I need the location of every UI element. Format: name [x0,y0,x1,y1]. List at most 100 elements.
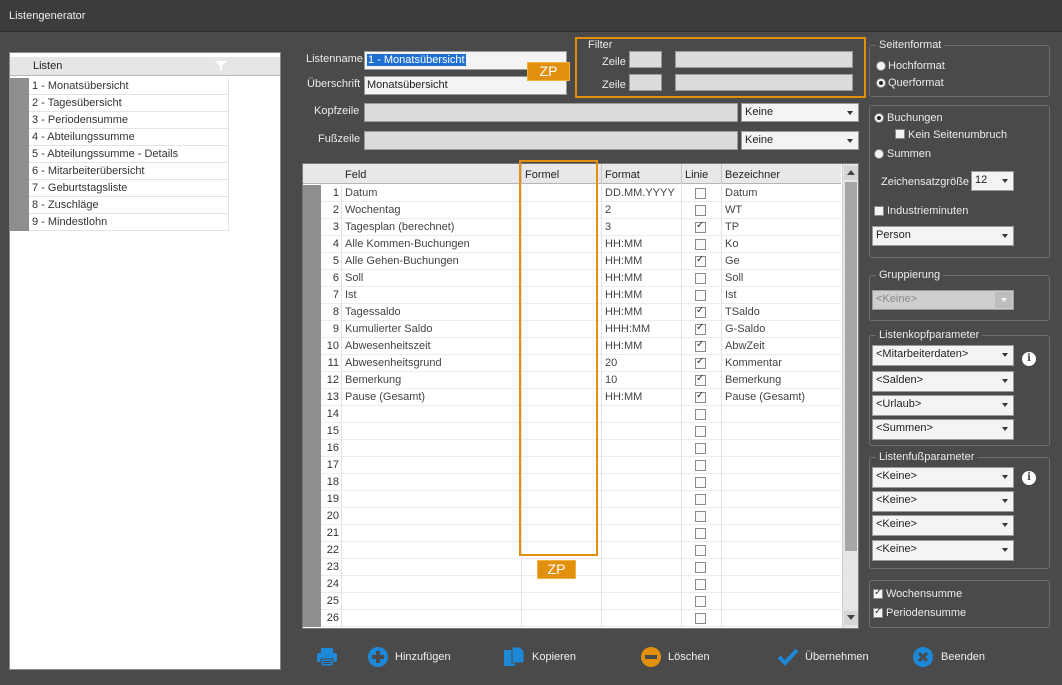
cell-feld[interactable]: Datum [345,187,377,199]
filter-zeile2-input[interactable] [629,74,662,91]
cell-format[interactable]: HH:MM [605,340,642,352]
cell-format[interactable]: HH:MM [605,238,642,250]
scroll-down-icon[interactable] [844,611,858,625]
cell-feld[interactable]: Soll [345,272,363,284]
querformat-radio[interactable] [876,78,886,88]
cell-feld[interactable]: Tagessaldo [345,306,401,318]
cell-format[interactable]: 20 [605,357,617,369]
linie-checkbox[interactable] [695,356,706,369]
cell-feld[interactable]: Ist [345,289,357,301]
linie-checkbox[interactable] [695,579,706,590]
kopieren-button[interactable]: Kopieren [503,644,583,670]
cell-feld[interactable]: Tagesplan (berechnet) [345,221,454,233]
hochformat-radio[interactable] [876,61,886,71]
cell-bezeichner[interactable]: Ko [725,238,738,250]
cell-format[interactable]: HH:MM [605,272,642,284]
linie-checkbox[interactable] [695,254,706,267]
linie-checkbox[interactable] [695,220,706,233]
col-header-feld[interactable]: Feld [345,169,366,181]
fusszeile-input[interactable] [364,131,738,150]
cell-format[interactable]: 10 [605,374,617,386]
list-item[interactable]: 5 - Abteilungssumme - Details [10,146,229,163]
linie-checkbox[interactable] [695,390,706,403]
cell-format[interactable]: DD.MM.YYYY [605,187,675,199]
linie-checkbox[interactable] [695,290,706,301]
list-item[interactable]: 1 - Monatsübersicht [10,78,229,95]
col-header-format[interactable]: Format [605,169,640,181]
filter-zeile1-input[interactable] [629,51,662,68]
filter-zeile2-value-input[interactable] [675,74,853,91]
cell-bezeichner[interactable]: Datum [725,187,757,199]
listenfuss-select-4[interactable]: <Keine> [872,540,1014,561]
cell-bezeichner[interactable]: Soll [725,272,743,284]
summen-label[interactable]: Summen [887,148,931,160]
cell-format[interactable]: 3 [605,221,611,233]
linie-checkbox[interactable] [695,322,706,335]
list-item[interactable]: 3 - Periodensumme [10,112,229,129]
buchungen-label[interactable]: Buchungen [887,112,943,124]
linie-checkbox[interactable] [695,494,706,505]
periodensumme-label[interactable]: Periodensumme [886,607,966,619]
hinzufuegen-button[interactable]: Hinzufügen [367,644,457,670]
cell-bezeichner[interactable]: Bemerkung [725,374,781,386]
kopfzeile-select[interactable]: Keine [741,103,859,122]
linie-checkbox[interactable] [695,239,706,250]
hochformat-label[interactable]: Hochformat [888,60,945,72]
listenkopf-select-2[interactable]: <Salden> [872,371,1014,392]
cell-feld[interactable]: Abwesenheitsgrund [345,357,442,369]
cell-format[interactable]: HHH:MM [605,323,650,335]
info-icon[interactable]: i [1022,352,1036,366]
kopfzeile-input[interactable] [364,103,738,122]
print-button[interactable] [316,644,342,670]
cell-feld[interactable]: Alle Gehen-Buchungen [345,255,459,267]
cell-format[interactable]: HH:MM [605,255,642,267]
linie-checkbox[interactable] [695,562,706,573]
listenfuss-select-1[interactable]: <Keine> [872,467,1014,488]
listenfuss-select-3[interactable]: <Keine> [872,515,1014,536]
cell-format[interactable]: HH:MM [605,289,642,301]
col-header-bezeichner[interactable]: Bezeichner [725,169,780,181]
gruppierung-select[interactable]: <Keine> [872,290,1014,310]
summen-radio[interactable] [874,149,884,159]
cell-bezeichner[interactable]: Ge [725,255,740,267]
cell-feld[interactable]: Pause (Gesamt) [345,391,425,403]
wochensumme-label[interactable]: Wochensumme [886,588,962,600]
linie-checkbox[interactable] [695,205,706,216]
list-item[interactable]: 6 - Mitarbeiterübersicht [10,163,229,180]
linie-checkbox[interactable] [695,443,706,454]
uebernehmen-button[interactable]: Übernehmen [777,644,872,670]
info-icon[interactable]: i [1022,471,1036,485]
scroll-thumb[interactable] [845,182,857,551]
zeichensatz-select[interactable]: 12 [971,171,1014,191]
linie-checkbox[interactable] [695,426,706,437]
cell-bezeichner[interactable]: TSaldo [725,306,760,318]
cell-bezeichner[interactable]: Kommentar [725,357,782,369]
listenfuss-select-2[interactable]: <Keine> [872,491,1014,512]
listenkopf-select-3[interactable]: <Urlaub> [872,395,1014,416]
linie-checkbox[interactable] [695,511,706,522]
fusszeile-select[interactable]: Keine [741,131,859,150]
cell-format[interactable]: HH:MM [605,306,642,318]
buchungen-radio[interactable] [874,113,884,123]
filter-zeile1-value-input[interactable] [675,51,853,68]
linie-checkbox[interactable] [695,596,706,607]
linie-checkbox[interactable] [695,613,706,624]
linie-checkbox[interactable] [695,188,706,199]
linie-checkbox[interactable] [695,373,706,386]
lists-header[interactable]: Listen [10,57,280,76]
cell-feld[interactable]: Alle Kommen-Buchungen [345,238,470,250]
cell-format[interactable]: 2 [605,204,611,216]
cell-feld[interactable]: Kumulierter Saldo [345,323,432,335]
industrieminuten-checkbox[interactable] [874,206,884,216]
scroll-up-icon[interactable] [844,166,858,180]
listenkopf-select-4[interactable]: <Summen> [872,419,1014,440]
cell-feld[interactable]: Bemerkung [345,374,401,386]
cell-bezeichner[interactable]: Ist [725,289,737,301]
linie-checkbox[interactable] [695,545,706,556]
kein-seitenumbruch-checkbox[interactable] [895,129,905,139]
linie-checkbox[interactable] [695,460,706,471]
cell-bezeichner[interactable]: WT [725,204,742,216]
loeschen-button[interactable]: Löschen [640,644,720,670]
table-row[interactable]: 25 [303,593,841,610]
person-select[interactable]: Person [872,226,1014,246]
